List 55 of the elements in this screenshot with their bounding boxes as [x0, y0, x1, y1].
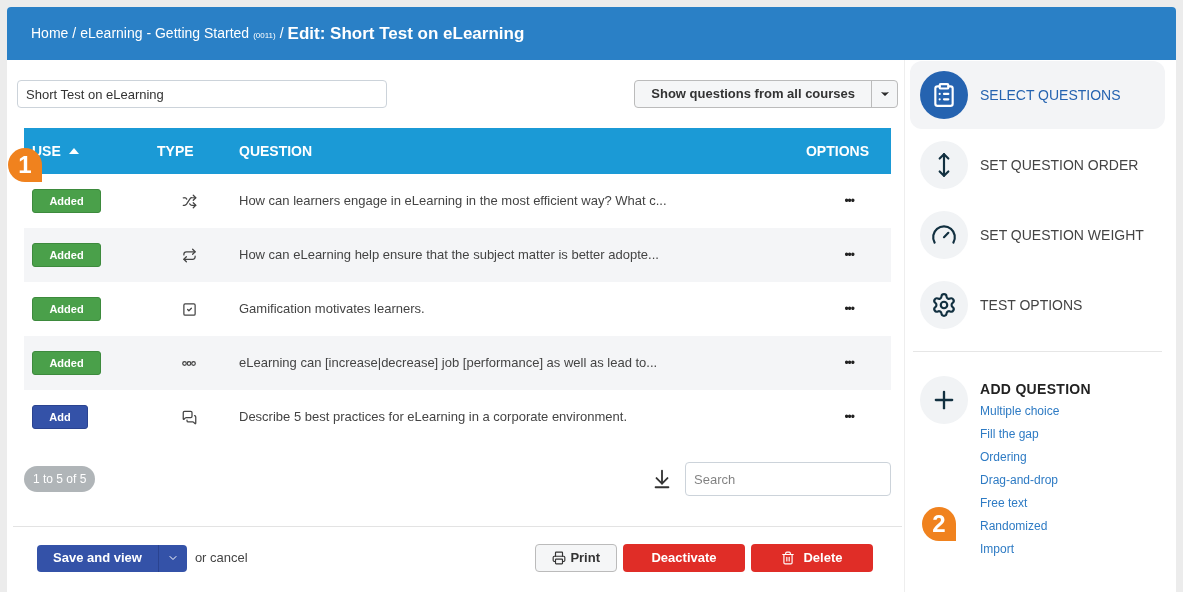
- question-type-link[interactable]: Import: [980, 538, 1091, 561]
- dots-icon: [182, 360, 196, 366]
- use-toggle-button[interactable]: Add: [32, 405, 88, 429]
- deactivate-button[interactable]: Deactivate: [623, 544, 745, 572]
- step-item[interactable]: SELECT QUESTIONS: [910, 61, 1165, 129]
- options-button[interactable]: •••: [844, 300, 854, 318]
- trash-icon: [781, 551, 796, 565]
- step-item[interactable]: TEST OPTIONS: [910, 271, 1165, 339]
- use-toggle-button[interactable]: Added: [32, 243, 101, 267]
- question-type-link[interactable]: Randomized: [980, 515, 1091, 538]
- options-button[interactable]: •••: [844, 192, 854, 210]
- checkbox-icon: [182, 301, 197, 317]
- question-text: How can eLearning help ensure that the subject matter is better adopte...: [239, 246, 660, 265]
- question-type-link[interactable]: Ordering: [980, 446, 1091, 469]
- question-text: Describe 5 best practices for eLearning in a corporate environment.: [239, 408, 629, 427]
- cancel-link[interactable]: or cancel: [194, 548, 248, 568]
- question-type-link[interactable]: Drag-and-drop: [980, 469, 1091, 492]
- step-item[interactable]: SET QUESTION ORDER: [910, 131, 1165, 199]
- breadcrumb-separator: /: [72, 24, 77, 43]
- use-toggle-button[interactable]: Added: [32, 189, 101, 213]
- column-header[interactable]: TYPE: [157, 142, 194, 159]
- step-item[interactable]: SET QUESTION WEIGHT: [910, 201, 1165, 269]
- use-toggle-button[interactable]: Added: [32, 297, 101, 321]
- chat-icon: [182, 409, 197, 425]
- breadcrumb-link[interactable]: Home: [31, 23, 69, 44]
- course-filter-button[interactable]: Show questions from all courses: [634, 80, 898, 108]
- page-title: Edit: Short Test on eLearning: [287, 22, 525, 45]
- options-button[interactable]: •••: [844, 246, 854, 264]
- checklist-icon: [931, 82, 957, 108]
- callout-tooltip: 2: [922, 507, 956, 541]
- shuffle-icon: [182, 193, 197, 209]
- repeat-icon: [182, 247, 197, 263]
- use-toggle-button[interactable]: Added: [32, 351, 101, 375]
- column-header[interactable]: QUESTION: [239, 142, 313, 159]
- print-button[interactable]: Print: [535, 544, 617, 572]
- pagination-count: 1 to 5 of 5: [24, 466, 96, 492]
- question-type-link[interactable]: Free text: [980, 492, 1091, 515]
- question-text: Gamification motivates learners.: [239, 300, 426, 319]
- question-type-link[interactable]: Fill the gap: [980, 423, 1091, 446]
- options-button[interactable]: •••: [844, 354, 854, 372]
- delete-button[interactable]: Delete: [751, 544, 873, 572]
- test-title-field[interactable]: Short Test on eLearning: [17, 80, 387, 108]
- breadcrumb-separator: /: [279, 24, 284, 43]
- options-button[interactable]: •••: [844, 408, 854, 426]
- printer-icon: [552, 551, 567, 565]
- save-and-view-button[interactable]: Save and view: [37, 544, 187, 572]
- column-header[interactable]: OPTIONS: [806, 140, 869, 162]
- question-type-link[interactable]: Multiple choice: [980, 400, 1091, 423]
- add-question-heading: ADD QUESTION: [980, 380, 1091, 399]
- settings-icon: [931, 292, 957, 318]
- question-text: eLearning can [increase|decrease] job [performance] as well as lead to...: [239, 354, 659, 373]
- course-code: (0011): [253, 29, 276, 42]
- breadcrumb-link[interactable]: eLearning - Getting Started: [80, 23, 250, 44]
- question-text: How can learners engage in eLearning in the most efficient way? What c...: [239, 192, 668, 211]
- search-field[interactable]: Search: [685, 462, 891, 496]
